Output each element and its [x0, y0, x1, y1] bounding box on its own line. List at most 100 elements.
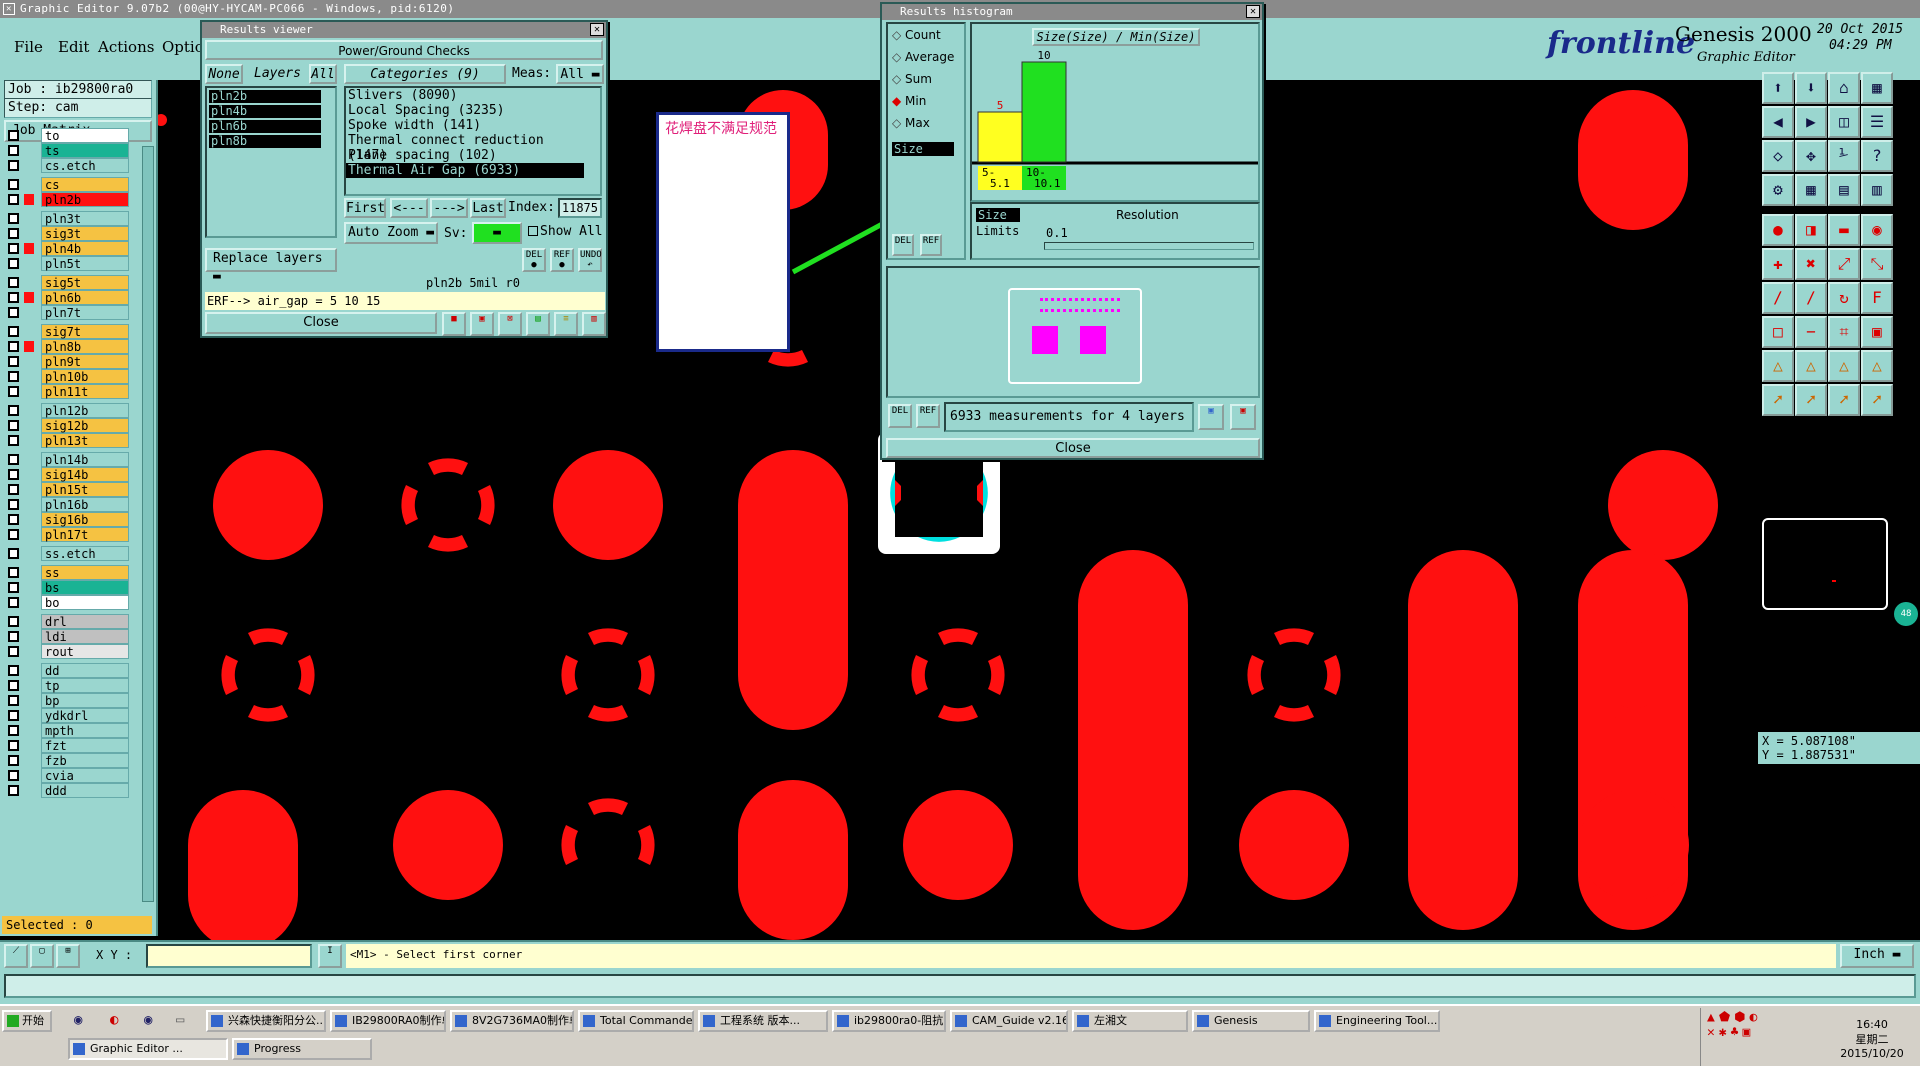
layer-row[interactable]: ss — [6, 565, 129, 580]
prev-button[interactable]: <--- — [390, 198, 428, 218]
ratio-icon[interactable]: ⅟ — [1828, 140, 1860, 172]
layer-affected-swatch[interactable] — [24, 665, 34, 676]
xy-input[interactable] — [146, 944, 312, 968]
layer-scrollbar[interactable] — [142, 146, 154, 902]
layer-affected-swatch[interactable] — [24, 243, 34, 254]
check-icon[interactable]: ▤ — [526, 312, 550, 336]
layer-affected-swatch[interactable] — [24, 405, 34, 416]
taskbar-item[interactable]: CAM_Guide v2.16 — [950, 1010, 1068, 1032]
menu-edit[interactable]: Edit — [58, 38, 89, 56]
taskbar-item[interactable]: Progress — [232, 1038, 372, 1060]
layer-row[interactable]: dd — [6, 663, 129, 678]
layer-checkbox[interactable] — [8, 567, 19, 578]
histogram-close-button[interactable]: Close — [886, 438, 1260, 458]
all-layers-button[interactable]: All — [309, 64, 337, 84]
undo-button[interactable]: UNDO ↶ — [578, 248, 602, 272]
layer-checkbox[interactable] — [8, 710, 19, 721]
result-layer-item[interactable]: pln4b — [209, 105, 321, 118]
layer-affected-swatch[interactable] — [24, 785, 34, 796]
layer-name[interactable]: pln11t — [41, 384, 129, 399]
snap-icon[interactable]: ▦ — [1795, 174, 1827, 206]
overview-map[interactable] — [1762, 518, 1888, 610]
layer-checkbox[interactable] — [8, 514, 19, 525]
layer-affected-swatch[interactable] — [24, 755, 34, 766]
meas-dropdown[interactable]: All ▬ — [556, 64, 604, 84]
layer-row[interactable]: pln13t — [6, 433, 129, 448]
taskbar-item[interactable]: ib29800ra0-阻抗... — [832, 1010, 946, 1032]
auto-zoom-dropdown[interactable]: Auto Zoom ▬ — [344, 222, 438, 244]
layer-affected-swatch[interactable] — [24, 597, 34, 608]
category-item[interactable]: Plane spacing (102) — [346, 148, 584, 163]
layer-affected-swatch[interactable] — [24, 582, 34, 593]
board-thumbnail[interactable] — [1008, 288, 1142, 384]
layer-row[interactable]: pln6b — [6, 290, 129, 305]
shape-icon[interactable]: ⌗ — [1828, 316, 1860, 348]
layer-name[interactable]: pln3t — [41, 211, 129, 226]
layer-name[interactable]: sig12b — [41, 418, 129, 433]
layer-checkbox[interactable] — [8, 616, 19, 627]
layer-affected-swatch[interactable] — [24, 213, 34, 224]
layer-name[interactable]: ddd — [41, 783, 129, 798]
cross-icon[interactable]: ✖ — [1795, 248, 1827, 280]
layer-affected-swatch[interactable] — [24, 179, 34, 190]
none-button[interactable]: None — [205, 64, 243, 84]
layer-name[interactable]: pln12b — [41, 403, 129, 418]
layer-name[interactable]: sig7t — [41, 324, 129, 339]
layer-name[interactable]: ydkdrl — [41, 708, 129, 723]
sv-dropdown[interactable]: ▬ — [472, 222, 522, 244]
layer-name[interactable]: mpth — [41, 723, 129, 738]
layer-row[interactable]: ydkdrl — [6, 708, 129, 723]
layer-affected-swatch[interactable] — [24, 484, 34, 495]
layer-checkbox[interactable] — [8, 646, 19, 657]
layer-checkbox[interactable] — [8, 740, 19, 751]
save-icon[interactable]: ⬇ — [1795, 72, 1827, 104]
layer-name[interactable]: bo — [41, 595, 129, 610]
zoom-badge-icon[interactable]: 48 — [1894, 602, 1918, 626]
layer-name[interactable]: pln7t — [41, 305, 129, 320]
layer-affected-swatch[interactable] — [24, 341, 34, 352]
add-pad-icon[interactable]: □ — [1762, 316, 1794, 348]
layer-name[interactable]: bs — [41, 580, 129, 595]
taskbar-item[interactable]: IB29800RA0制作单... — [330, 1010, 446, 1032]
layer-row[interactable]: sig7t — [6, 324, 129, 339]
layer-affected-swatch[interactable] — [24, 145, 34, 156]
result-layer-item[interactable]: pln6b — [209, 120, 321, 133]
layer-name[interactable]: sig5t — [41, 275, 129, 290]
layer-row[interactable]: to — [6, 128, 129, 143]
layer-checkbox[interactable] — [8, 405, 19, 416]
layer-row[interactable]: bo — [6, 595, 129, 610]
layer-row[interactable]: bp — [6, 693, 129, 708]
layer-affected-swatch[interactable] — [24, 292, 34, 303]
layer-name[interactable]: bp — [41, 693, 129, 708]
triangle2-icon[interactable]: △ — [1795, 350, 1827, 382]
layer-row[interactable]: pln10b — [6, 369, 129, 384]
layer-affected-swatch[interactable] — [24, 130, 34, 141]
layer-row[interactable]: drl — [6, 614, 129, 629]
layer-name[interactable]: dd — [41, 663, 129, 678]
stat-option-max[interactable]: ◇ Max — [892, 116, 930, 130]
categories-list[interactable]: Slivers (8090) Local Spacing (3235) Spoke … — [344, 86, 602, 196]
taskbar-item[interactable]: Engineering Tool... — [1314, 1010, 1440, 1032]
cursor-icon[interactable]: ➚ — [1762, 384, 1794, 416]
close-icon[interactable]: ✕ — [590, 23, 604, 36]
link-icon[interactable]: ⤡ — [1861, 248, 1893, 280]
replace-layers-dropdown[interactable]: Replace layers ▬ — [205, 248, 337, 284]
triangle-icon[interactable]: △ — [1762, 350, 1794, 382]
node-icon[interactable]: ✚ — [1762, 248, 1794, 280]
menu-actions[interactable]: Actions — [98, 38, 154, 56]
layer-checkbox[interactable] — [8, 725, 19, 736]
layer-affected-swatch[interactable] — [24, 160, 34, 171]
stat-option-min[interactable]: ◆ Min — [892, 94, 926, 108]
layer-name[interactable]: sig16b — [41, 512, 129, 527]
layer-name[interactable]: ldi — [41, 629, 129, 644]
layer-row[interactable]: ss.etch — [6, 546, 129, 561]
category-item[interactable]: Thermal Air Gap (6933) — [346, 163, 584, 178]
grid-icon[interactable]: ▦ — [1861, 72, 1893, 104]
layer-row[interactable]: cs — [6, 177, 129, 192]
result-layer-item[interactable]: pln8b — [209, 135, 321, 148]
hist-ref2-button[interactable]: REF — [916, 404, 940, 428]
desktop-icon[interactable]: ▭ — [176, 1012, 184, 1028]
layer-checkbox[interactable] — [8, 680, 19, 691]
layer-affected-swatch[interactable] — [24, 616, 34, 627]
first-button[interactable]: First — [344, 198, 386, 218]
